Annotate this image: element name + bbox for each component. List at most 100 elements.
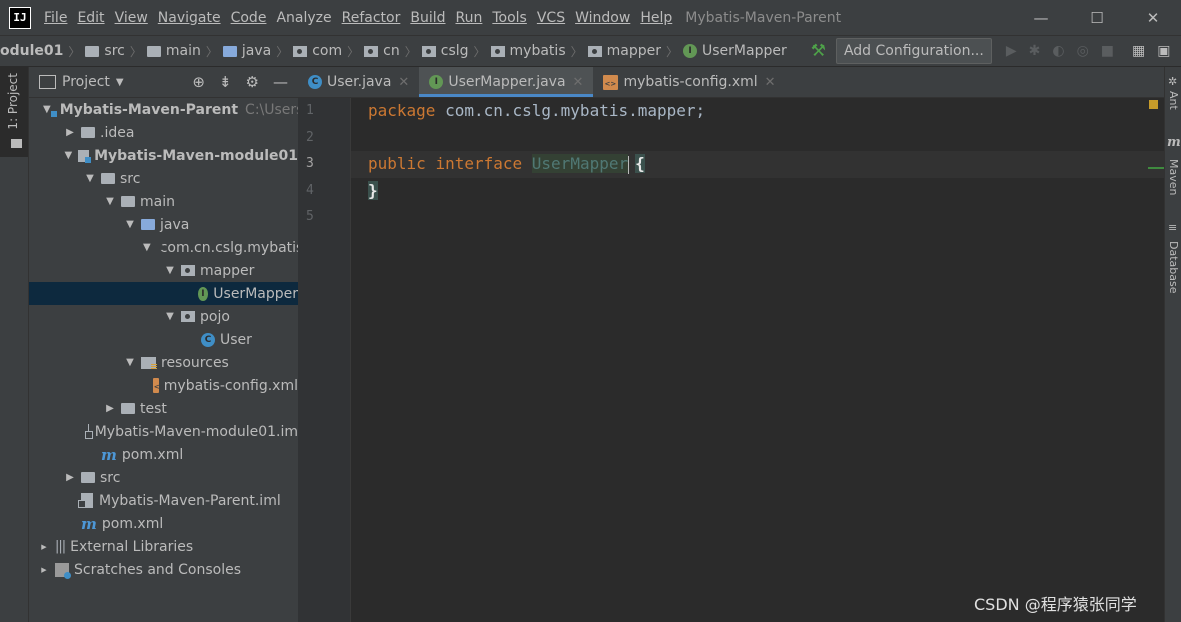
close-button[interactable]: ✕ (1125, 0, 1181, 35)
chevron-down-icon[interactable]: ▼ (83, 173, 97, 184)
tree-row[interactable]: ▼ pojo (29, 305, 298, 328)
maximize-button[interactable]: ☐ (1069, 0, 1125, 35)
chevron-down-icon[interactable]: ▼ (43, 104, 51, 115)
chevron-right-icon[interactable]: ▶ (63, 127, 77, 138)
locate-icon[interactable]: ⊕ (192, 73, 205, 91)
coverage-icon[interactable]: ◐ (1052, 43, 1064, 59)
tree-label: mapper (200, 262, 255, 279)
tree-row[interactable]: ▼ java (29, 213, 298, 236)
tree-label: Mybatis-Maven-Parent.iml (99, 492, 281, 509)
warning-marker-icon[interactable] (1149, 100, 1158, 109)
code-line[interactable] (351, 125, 1165, 152)
project-tool-tab[interactable]: 1: Project (0, 67, 28, 157)
code-line[interactable] (351, 204, 1165, 231)
tree-row[interactable]: ▶ ||| External Libraries (29, 535, 298, 558)
menu-file[interactable]: File (39, 10, 72, 26)
menu-build[interactable]: Build (405, 10, 450, 26)
ant-tool-tab[interactable]: Ant (1167, 91, 1180, 110)
stop-icon[interactable]: ■ (1101, 43, 1114, 59)
menu-navigate[interactable]: Navigate (153, 10, 226, 26)
tree-row[interactable]: C User (29, 328, 298, 351)
tree-row[interactable]: ▼ Mybatis-Maven-module01 (29, 144, 298, 167)
menu-edit[interactable]: Edit (72, 10, 109, 26)
scratch-icon (55, 562, 71, 579)
close-icon[interactable]: ✕ (398, 75, 409, 90)
code-editor[interactable]: package com.cn.cslg.mybatis.mapper; publ… (350, 98, 1165, 622)
breadcrumb-mybatis[interactable]: mybatis (510, 43, 566, 59)
chevron-right-icon[interactable]: ▶ (63, 472, 77, 483)
menu-window[interactable]: Window (570, 10, 635, 26)
close-icon[interactable]: ✕ (765, 75, 776, 90)
project-tree: ▼ Mybatis-Maven-Parent C:\Users\ ▶ .idea ▼ Myb… (29, 98, 298, 581)
chevron-down-icon[interactable]: ▼ (123, 357, 137, 368)
tab-usermapper-java[interactable]: I UserMapper.java ✕ (419, 67, 594, 97)
gear-icon[interactable]: ⚙ (246, 73, 259, 91)
tree-row[interactable]: ▼ mapper (29, 259, 298, 282)
database-tool-tab[interactable]: Database (1167, 241, 1180, 294)
expand-arrow-icon[interactable]: ▶ (37, 543, 51, 551)
tree-row[interactable]: ▼ resources (29, 351, 298, 374)
code-line-current[interactable]: public interface UserMapper { (351, 151, 1165, 178)
breadcrumb-com[interactable]: com (312, 43, 342, 59)
menu-analyze[interactable]: Analyze (271, 10, 336, 26)
breadcrumb-java[interactable]: java (242, 43, 271, 59)
chevron-down-icon[interactable]: ▼ (163, 311, 177, 322)
minimize-button[interactable]: — (1013, 0, 1069, 35)
chevron-down-icon[interactable]: ▼ (63, 150, 74, 161)
maven-tool-tab[interactable]: Maven (1167, 159, 1180, 195)
breadcrumb-cslg[interactable]: cslg (441, 43, 469, 59)
chevron-right-icon[interactable]: ▶ (103, 403, 117, 414)
add-configuration-button[interactable]: Add Configuration... (835, 38, 992, 64)
terminal-icon[interactable]: ▣ (1157, 43, 1170, 59)
tree-row[interactable]: Mybatis-Maven-module01.im (29, 420, 298, 443)
interface-name: UserMapper (531, 154, 629, 173)
tree-label: main (140, 193, 175, 210)
breadcrumb-src[interactable]: src (104, 43, 124, 59)
breadcrumb-cn[interactable]: cn (383, 43, 400, 59)
collapse-all-icon[interactable]: ⇟ (219, 73, 232, 91)
breadcrumb-usermapper[interactable]: UserMapper (702, 43, 787, 59)
run-icon[interactable]: ▶ (1006, 43, 1017, 59)
tab-user-java[interactable]: C User.java ✕ (298, 67, 419, 97)
tree-row[interactable]: ▼ src (29, 167, 298, 190)
tree-row[interactable]: ▶ Scratches and Consoles (29, 558, 298, 581)
tree-row[interactable]: I UserMapper (29, 282, 298, 305)
expand-arrow-icon[interactable]: ▶ (37, 566, 51, 574)
breadcrumb-module[interactable]: odule01 (0, 43, 63, 59)
menu-refactor[interactable]: Refactor (337, 10, 406, 26)
project-view-selector[interactable]: Project ▼ (39, 74, 124, 90)
breadcrumb-mapper[interactable]: mapper (607, 43, 661, 59)
breadcrumb-main[interactable]: main (166, 43, 201, 59)
chevron-right-icon: 〉 (347, 44, 360, 59)
code-line[interactable]: } (351, 178, 1165, 205)
tree-row[interactable]: m pom.xml (29, 512, 298, 535)
tree-row[interactable]: Mybatis-Maven-Parent.iml (29, 489, 298, 512)
menu-vcs[interactable]: VCS (532, 10, 570, 26)
code-line[interactable]: package com.cn.cslg.mybatis.mapper; (351, 98, 1165, 125)
tree-row[interactable]: m pom.xml (29, 443, 298, 466)
close-icon[interactable]: ✕ (573, 75, 584, 90)
menu-run[interactable]: Run (451, 10, 488, 26)
chevron-down-icon[interactable]: ▼ (143, 242, 151, 253)
hide-icon[interactable]: — (273, 73, 288, 91)
chevron-down-icon[interactable]: ▼ (103, 196, 117, 207)
tree-row[interactable]: ▶ test (29, 397, 298, 420)
profile-icon[interactable]: ◎ (1077, 43, 1089, 59)
chevron-down-icon[interactable]: ▼ (163, 265, 177, 276)
project-structure-icon[interactable]: ▦ (1132, 43, 1145, 59)
tree-row[interactable]: ▼ main (29, 190, 298, 213)
tree-row[interactable]: mybatis-config.xml (29, 374, 298, 397)
tree-row[interactable]: ▶ .idea (29, 121, 298, 144)
tree-row[interactable]: ▼ com.cn.cslg.mybatis (29, 236, 298, 259)
menu-code[interactable]: Code (226, 10, 272, 26)
menu-help[interactable]: Help (635, 10, 677, 26)
debug-icon[interactable]: ✱ (1029, 43, 1041, 59)
tree-row[interactable]: ▼ Mybatis-Maven-Parent C:\Users\ (29, 98, 298, 121)
tree-label: UserMapper (213, 285, 298, 302)
tree-row[interactable]: ▶ src (29, 466, 298, 489)
menu-tools[interactable]: Tools (487, 10, 532, 26)
build-hammer-icon[interactable]: ⚒ (811, 41, 826, 61)
tab-mybatis-config-xml[interactable]: mybatis-config.xml ✕ (593, 67, 785, 97)
menu-view[interactable]: View (110, 10, 153, 26)
chevron-down-icon[interactable]: ▼ (123, 219, 137, 230)
